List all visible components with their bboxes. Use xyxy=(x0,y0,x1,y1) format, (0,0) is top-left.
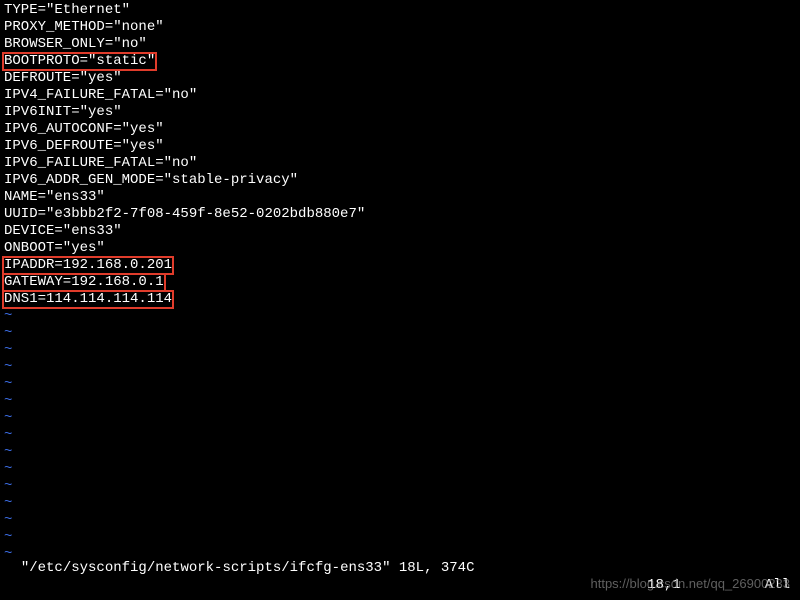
highlight-bootproto: BOOTPROTO="static" xyxy=(2,52,157,71)
empty-line-marker: ~ xyxy=(4,376,796,393)
empty-line-marker: ~ xyxy=(4,308,796,325)
empty-line-marker: ~ xyxy=(4,342,796,359)
empty-line-marker: ~ xyxy=(4,359,796,376)
cfg-ipv6-addr-gen-mode: IPV6_ADDR_GEN_MODE="stable-privacy" xyxy=(4,172,796,189)
cfg-browser-only: BROWSER_ONLY="no" xyxy=(4,36,796,53)
empty-line-marker: ~ xyxy=(4,393,796,410)
cfg-name: NAME="ens33" xyxy=(4,189,796,206)
cfg-dns1-line: DNS1=114.114.114.114 xyxy=(4,291,796,308)
terminal-editor[interactable]: TYPE="Ethernet" PROXY_METHOD="none" BROW… xyxy=(0,0,800,565)
cfg-defroute: DEFROUTE="yes" xyxy=(4,70,796,87)
watermark-text: https://blog.csdn.net/qq_26900233 xyxy=(591,575,791,592)
cfg-ipaddr-line: IPADDR=192.168.0.201 xyxy=(4,257,796,274)
cfg-bootproto-line: BOOTPROTO="static" xyxy=(4,53,796,70)
cfg-gateway-line: GATEWAY=192.168.0.1 xyxy=(4,274,796,291)
cfg-uuid: UUID="e3bbb2f2-7f08-459f-8e52-0202bdb880… xyxy=(4,206,796,223)
empty-line-marker: ~ xyxy=(4,512,796,529)
cfg-proxy-method: PROXY_METHOD="none" xyxy=(4,19,796,36)
cfg-device: DEVICE="ens33" xyxy=(4,223,796,240)
cfg-ipv6-failure-fatal: IPV6_FAILURE_FATAL="no" xyxy=(4,155,796,172)
empty-line-marker: ~ xyxy=(4,325,796,342)
cfg-type: TYPE="Ethernet" xyxy=(4,2,796,19)
empty-line-marker: ~ xyxy=(4,427,796,444)
empty-line-marker: ~ xyxy=(4,478,796,495)
cfg-ipv6-autoconf: IPV6_AUTOCONF="yes" xyxy=(4,121,796,138)
empty-line-marker: ~ xyxy=(4,444,796,461)
cfg-ipv4-failure-fatal: IPV4_FAILURE_FATAL="no" xyxy=(4,87,796,104)
highlight-dns1: DNS1=114.114.114.114 xyxy=(2,290,174,309)
empty-line-marker: ~ xyxy=(4,495,796,512)
cfg-ipv6init: IPV6INIT="yes" xyxy=(4,104,796,121)
empty-line-marker: ~ xyxy=(4,461,796,478)
cfg-onboot: ONBOOT="yes" xyxy=(4,240,796,257)
empty-line-marker: ~ xyxy=(4,410,796,427)
cfg-ipv6-defroute: IPV6_DEFROUTE="yes" xyxy=(4,138,796,155)
file-info: "/etc/sysconfig/network-scripts/ifcfg-en… xyxy=(21,560,475,577)
